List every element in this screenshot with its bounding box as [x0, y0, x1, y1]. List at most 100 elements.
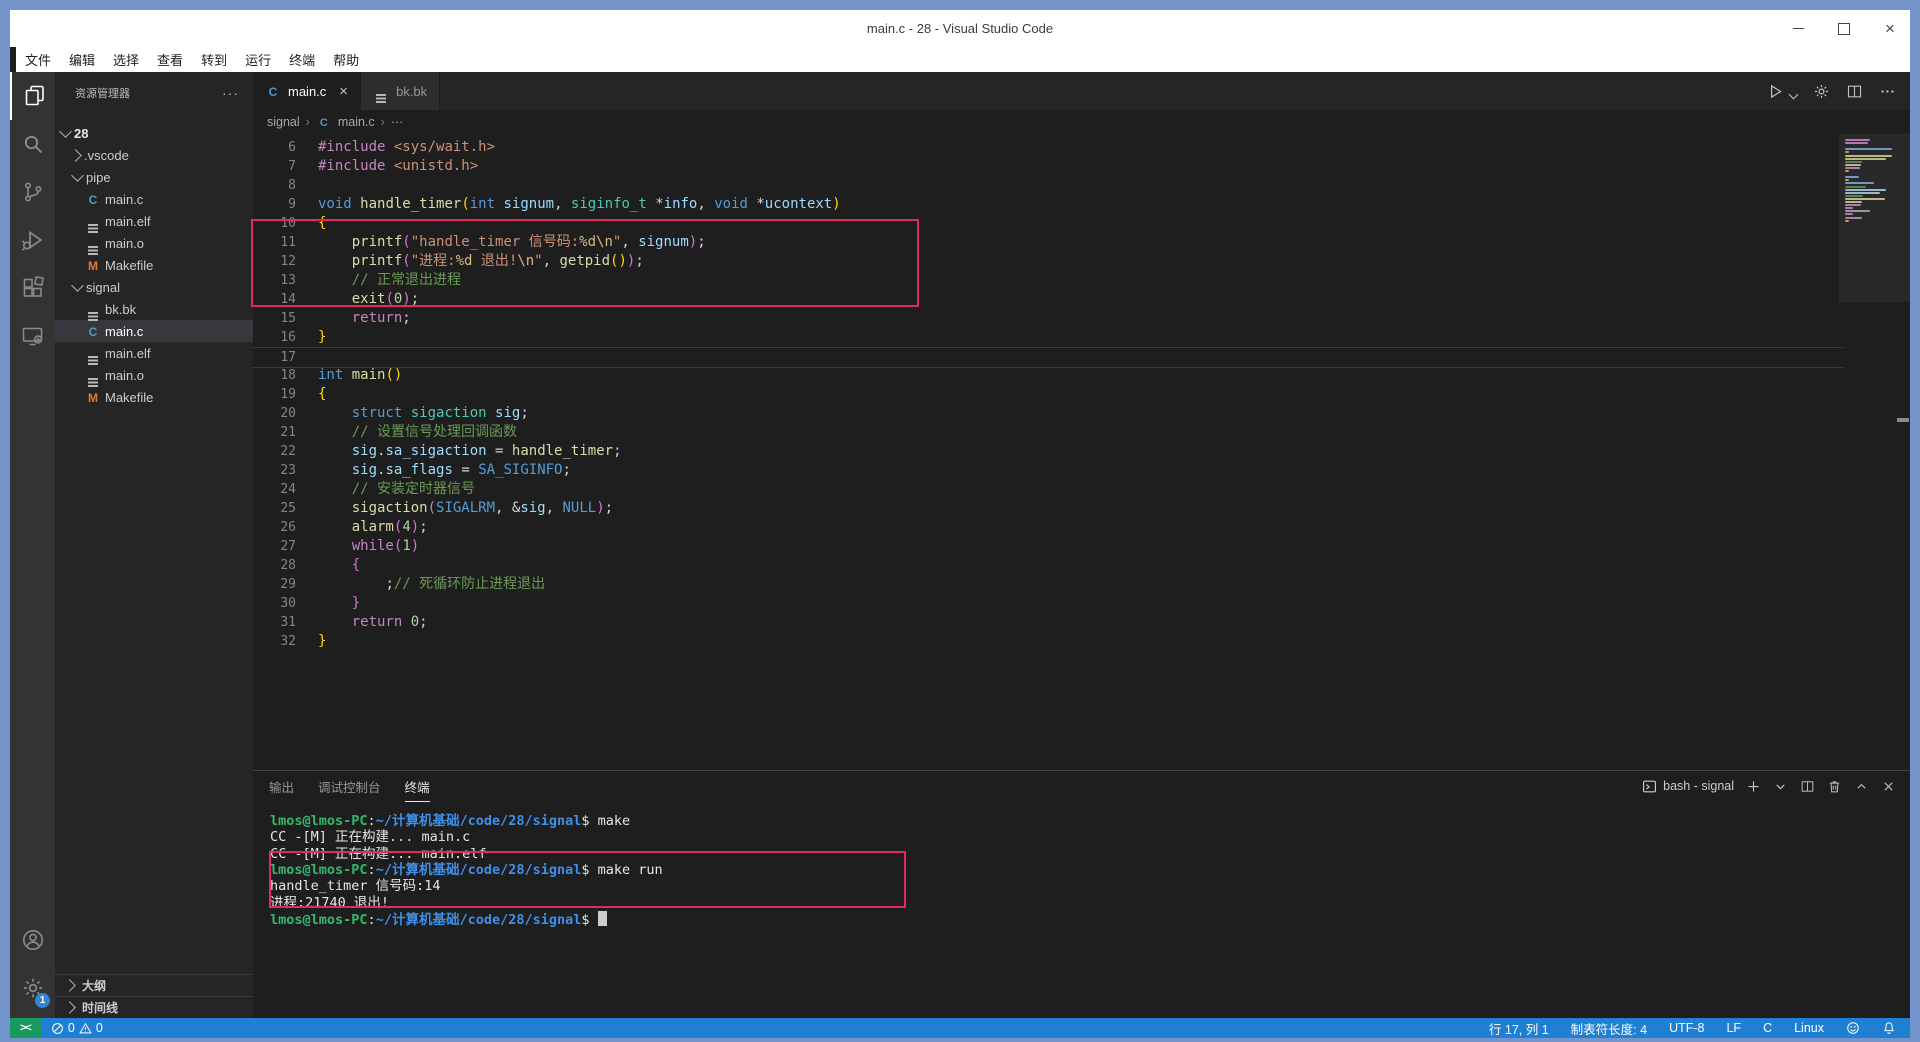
line-number[interactable]: 6 — [253, 138, 296, 157]
code-editor[interactable]: 6#include <sys/wait.h>7#include <unistd.… — [253, 134, 1910, 734]
code-line-7[interactable]: 7#include <unistd.h> — [253, 157, 1843, 176]
editor-tab-main.c[interactable]: Cmain.c× — [253, 72, 361, 110]
line-number[interactable]: 7 — [253, 157, 296, 176]
code-line-18[interactable]: 18int main() — [253, 366, 1843, 385]
code-line-23[interactable]: 23 sig.sa_flags = SA_SIGINFO; — [253, 461, 1843, 480]
code-line-13[interactable]: 13 // 正常退出进程 — [253, 271, 1843, 290]
code-line-32[interactable]: 32} — [253, 632, 1843, 651]
language-mode[interactable]: C — [1763, 1021, 1772, 1035]
panel-tab-输出[interactable]: 输出 — [269, 771, 294, 802]
editor-scrollbar[interactable] — [1896, 134, 1910, 770]
code-line-29[interactable]: 29 ;// 死循环防止进程退出 — [253, 575, 1843, 594]
dropdown-icon[interactable] — [1773, 779, 1788, 794]
editor-tab-bk.bk[interactable]: bk.bk — [361, 72, 440, 110]
line-number[interactable]: 29 — [253, 575, 296, 594]
close-panel-icon[interactable] — [1881, 779, 1896, 794]
line-number[interactable]: 13 — [253, 271, 296, 290]
problems-status[interactable]: 00 — [41, 1021, 103, 1035]
line-number[interactable]: 28 — [253, 556, 296, 575]
activity-remote-explorer[interactable] — [10, 312, 55, 360]
line-number[interactable]: 22 — [253, 442, 296, 461]
activity-account[interactable] — [10, 916, 55, 964]
tree-item-Makefile[interactable]: MMakefile — [55, 254, 253, 276]
tree-item-signal[interactable]: signal — [55, 276, 253, 298]
line-number[interactable]: 26 — [253, 518, 296, 537]
menu-item-终端[interactable]: 终端 — [280, 50, 324, 69]
menu-item-转到[interactable]: 转到 — [192, 50, 236, 69]
more-icon[interactable] — [1879, 83, 1896, 100]
menu-item-运行[interactable]: 运行 — [236, 50, 280, 69]
code-line-28[interactable]: 28 { — [253, 556, 1843, 575]
line-number[interactable]: 31 — [253, 613, 296, 632]
line-number[interactable]: 32 — [253, 632, 296, 651]
code-line-30[interactable]: 30 } — [253, 594, 1843, 613]
feedback-icon[interactable] — [1846, 1021, 1860, 1035]
code-line-25[interactable]: 25 sigaction(SIGALRM, &sig, NULL); — [253, 499, 1843, 518]
menu-item-文件[interactable]: 文件 — [16, 50, 60, 69]
line-number[interactable]: 10 — [253, 214, 296, 233]
tree-item-28[interactable]: 28 — [55, 122, 253, 144]
code-line-16[interactable]: 16} — [253, 328, 1843, 347]
line-number[interactable]: 17 — [253, 348, 296, 367]
chevron-up-icon[interactable] — [1854, 779, 1869, 794]
more-actions-icon[interactable]: ··· — [222, 85, 239, 101]
code-line-15[interactable]: 15 return; — [253, 309, 1843, 328]
cursor-position[interactable]: 行 17, 列 1 — [1489, 1019, 1549, 1038]
line-number[interactable]: 27 — [253, 537, 296, 556]
terminal-selector[interactable]: bash - signal — [1642, 779, 1734, 794]
panel-tab-调试控制台[interactable]: 调试控制台 — [318, 771, 381, 802]
tree-item-bk.bk[interactable]: bk.bk — [55, 298, 253, 320]
code-line-12[interactable]: 12 printf("进程:%d 退出!\n", getpid()); — [253, 252, 1843, 271]
line-number[interactable]: 30 — [253, 594, 296, 613]
close-button[interactable]: × — [1880, 19, 1900, 39]
activity-explorer[interactable] — [10, 72, 57, 120]
activity-run-debug[interactable] — [10, 216, 55, 264]
code-line-17[interactable]: 17 — [253, 347, 1843, 368]
activity-search[interactable] — [10, 120, 55, 168]
line-number[interactable]: 9 — [253, 195, 296, 214]
line-number[interactable]: 25 — [253, 499, 296, 518]
maximize-button[interactable] — [1834, 19, 1854, 39]
activity-settings[interactable]: 1 — [10, 964, 55, 1012]
line-number[interactable]: 23 — [253, 461, 296, 480]
tree-item-main.elf[interactable]: main.elf — [55, 342, 253, 364]
code-line-26[interactable]: 26 alarm(4); — [253, 518, 1843, 537]
split-terminal-icon[interactable] — [1800, 779, 1815, 794]
menu-item-查看[interactable]: 查看 — [148, 50, 192, 69]
tree-item-main.c[interactable]: Cmain.c — [55, 320, 253, 342]
breadcrumb-item[interactable]: ··· — [391, 115, 404, 129]
breadcrumb-item[interactable]: signal — [267, 115, 300, 129]
tree-item-main.o[interactable]: main.o — [55, 232, 253, 254]
code-line-21[interactable]: 21 // 设置信号处理回调函数 — [253, 423, 1843, 442]
line-number[interactable]: 18 — [253, 366, 296, 385]
code-line-9[interactable]: 9void handle_timer(int signum, siginfo_t… — [253, 195, 1843, 214]
sidebar-section-时间线[interactable]: 时间线 — [55, 996, 253, 1018]
code-line-14[interactable]: 14 exit(0); — [253, 290, 1843, 309]
tree-item-main.c[interactable]: Cmain.c — [55, 188, 253, 210]
code-line-10[interactable]: 10{ — [253, 214, 1843, 233]
eol[interactable]: LF — [1726, 1021, 1741, 1035]
code-line-11[interactable]: 11 printf("handle_timer 信号码:%d\n", signu… — [253, 233, 1843, 252]
encoding[interactable]: UTF-8 — [1669, 1021, 1704, 1035]
code-line-20[interactable]: 20 struct sigaction sig; — [253, 404, 1843, 423]
panel-tab-终端[interactable]: 终端 — [405, 771, 430, 802]
bell-icon[interactable] — [1882, 1021, 1896, 1035]
menu-item-帮助[interactable]: 帮助 — [324, 50, 368, 69]
code-line-24[interactable]: 24 // 安装定时器信号 — [253, 480, 1843, 499]
code-line-27[interactable]: 27 while(1) — [253, 537, 1843, 556]
code-line-31[interactable]: 31 return 0; — [253, 613, 1843, 632]
activity-extensions[interactable] — [10, 264, 55, 312]
remote-indicator[interactable]: >< — [10, 1018, 41, 1038]
line-number[interactable]: 15 — [253, 309, 296, 328]
line-number[interactable]: 21 — [253, 423, 296, 442]
tree-item-main.elf[interactable]: main.elf — [55, 210, 253, 232]
minimize-button[interactable] — [1788, 19, 1808, 39]
line-number[interactable]: 16 — [253, 328, 296, 347]
code-line-22[interactable]: 22 sig.sa_sigaction = handle_timer; — [253, 442, 1843, 461]
line-number[interactable]: 24 — [253, 480, 296, 499]
code-line-19[interactable]: 19{ — [253, 385, 1843, 404]
code-line-8[interactable]: 8 — [253, 176, 1843, 195]
line-number[interactable]: 19 — [253, 385, 296, 404]
breadcrumb-item[interactable]: main.c — [338, 115, 375, 129]
tree-item-pipe[interactable]: pipe — [55, 166, 253, 188]
